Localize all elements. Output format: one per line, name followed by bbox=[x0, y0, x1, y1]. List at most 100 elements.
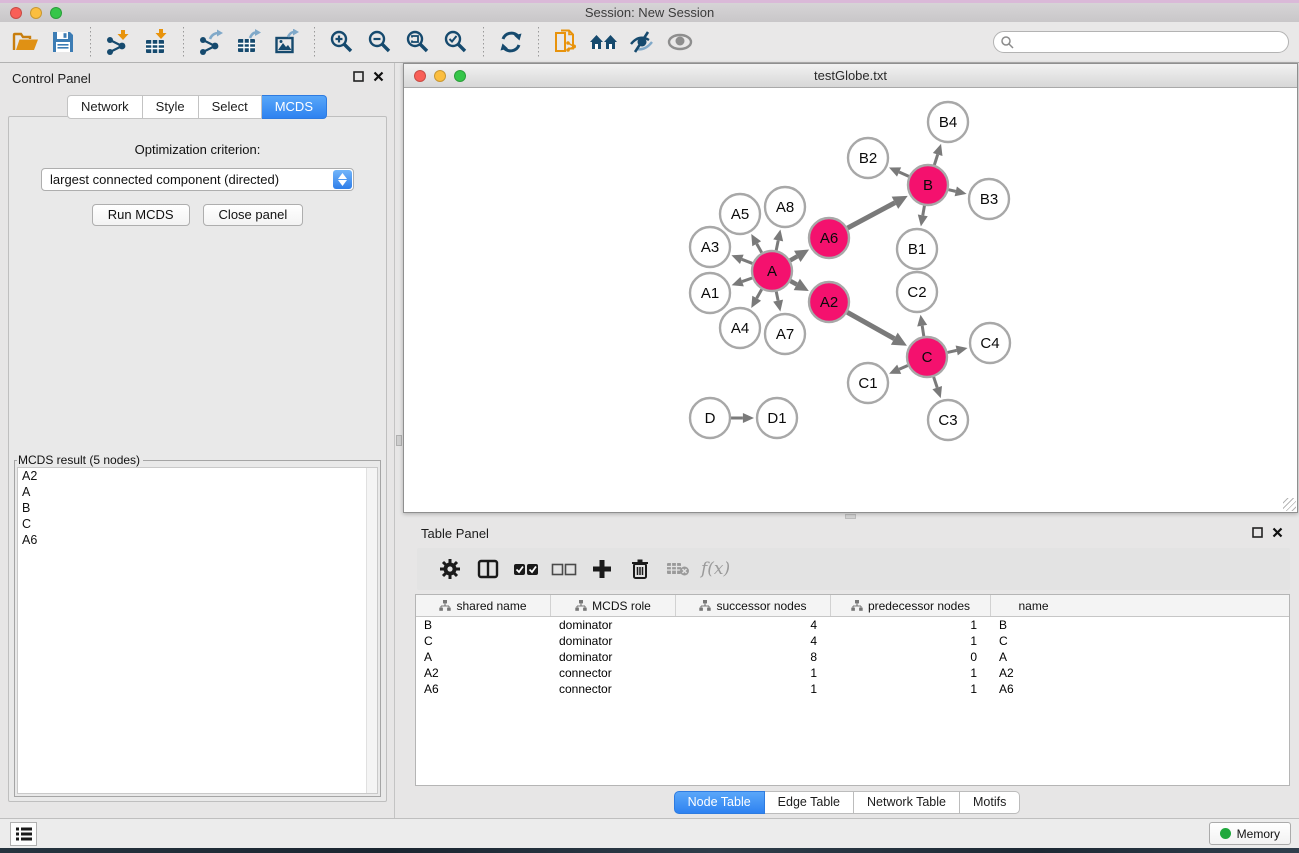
column-header-MCDS-role[interactable]: MCDS role bbox=[551, 595, 676, 616]
zoom-selected-button[interactable] bbox=[437, 26, 475, 58]
export-network-button[interactable] bbox=[192, 26, 230, 58]
zoom-in-button[interactable] bbox=[323, 26, 361, 58]
table-cell[interactable]: dominator bbox=[551, 617, 676, 633]
table-cell[interactable]: connector bbox=[551, 681, 676, 697]
search-field[interactable] bbox=[993, 31, 1289, 53]
table-cell[interactable]: C bbox=[416, 633, 551, 649]
delete-column-button[interactable] bbox=[623, 553, 657, 585]
mcds-result-list[interactable]: A2ABCA6 bbox=[17, 467, 378, 794]
table-row[interactable]: Bdominator41B bbox=[416, 617, 1289, 633]
criterion-dropdown[interactable]: largest connected component (directed) bbox=[41, 168, 354, 191]
table-cell[interactable]: C bbox=[991, 633, 1076, 649]
mcds-result-item[interactable]: A2 bbox=[18, 468, 377, 484]
table-cell[interactable]: 1 bbox=[676, 665, 831, 681]
zoom-fit-button[interactable] bbox=[399, 26, 437, 58]
table-cell[interactable]: A2 bbox=[991, 665, 1076, 681]
tab-network-table[interactable]: Network Table bbox=[854, 791, 960, 814]
edge-B-B4 bbox=[934, 155, 937, 165]
tab-edge-table[interactable]: Edge Table bbox=[765, 791, 854, 814]
column-header-name[interactable]: name bbox=[991, 595, 1076, 616]
export-table-button[interactable] bbox=[230, 26, 268, 58]
show-all-button[interactable] bbox=[661, 26, 699, 58]
add-column-button[interactable] bbox=[585, 553, 619, 585]
open-file-button[interactable] bbox=[6, 26, 44, 58]
import-table-button[interactable] bbox=[137, 26, 175, 58]
mcds-result-item[interactable]: C bbox=[18, 516, 377, 532]
search-input[interactable] bbox=[1014, 35, 1282, 49]
mcds-result-item[interactable]: B bbox=[18, 500, 377, 516]
table-cell[interactable]: 1 bbox=[831, 633, 991, 649]
export-image-button[interactable] bbox=[268, 26, 306, 58]
hide-selected-button[interactable] bbox=[623, 26, 661, 58]
column-header-predecessor-nodes[interactable]: predecessor nodes bbox=[831, 595, 991, 616]
table-cell[interactable]: dominator bbox=[551, 633, 676, 649]
close-window-button[interactable] bbox=[10, 7, 22, 19]
float-panel-icon[interactable] bbox=[353, 71, 364, 82]
memory-button[interactable]: Memory bbox=[1209, 822, 1291, 845]
close-panel-button[interactable]: Close panel bbox=[203, 204, 304, 226]
table-row[interactable]: A6connector11A6 bbox=[416, 681, 1289, 697]
table-cell[interactable]: 1 bbox=[831, 617, 991, 633]
gear-button[interactable] bbox=[433, 553, 467, 585]
vertical-scrollbar-thumb[interactable] bbox=[396, 435, 402, 446]
table-cell[interactable]: A2 bbox=[416, 665, 551, 681]
list-icon bbox=[15, 826, 33, 842]
mcds-result-item[interactable]: A bbox=[18, 484, 377, 500]
memory-label: Memory bbox=[1237, 827, 1280, 841]
function-builder-button[interactable]: f(x) bbox=[701, 559, 730, 579]
select-all-button[interactable] bbox=[509, 553, 543, 585]
result-scrollbar[interactable] bbox=[366, 468, 377, 793]
table-cell[interactable]: A bbox=[416, 649, 551, 665]
task-history-button[interactable] bbox=[10, 822, 37, 846]
table-cell[interactable]: A6 bbox=[416, 681, 551, 697]
mcds-result-item[interactable]: A6 bbox=[18, 532, 377, 548]
table-cell[interactable]: 4 bbox=[676, 633, 831, 649]
horizontal-scrollbar-thumb[interactable] bbox=[845, 514, 856, 519]
tab-motifs[interactable]: Motifs bbox=[960, 791, 1020, 814]
run-mcds-button[interactable]: Run MCDS bbox=[92, 204, 190, 226]
table-cell[interactable]: A6 bbox=[991, 681, 1076, 697]
table-cell[interactable]: 1 bbox=[676, 681, 831, 697]
column-header-shared-name[interactable]: shared name bbox=[416, 595, 551, 616]
column-header-successor-nodes[interactable]: successor nodes bbox=[676, 595, 831, 616]
network-from-file-button[interactable] bbox=[547, 26, 585, 58]
zoom-out-button[interactable] bbox=[361, 26, 399, 58]
columns-button[interactable] bbox=[471, 553, 505, 585]
tab-node-table[interactable]: Node Table bbox=[674, 791, 765, 814]
table-cell[interactable]: 0 bbox=[831, 649, 991, 665]
minimize-window-button[interactable] bbox=[30, 7, 42, 19]
table-cell[interactable]: B bbox=[416, 617, 551, 633]
table-row[interactable]: Cdominator41C bbox=[416, 633, 1289, 649]
network-minimize-button[interactable] bbox=[434, 70, 446, 82]
table-cell[interactable]: 1 bbox=[831, 681, 991, 697]
table-cell[interactable]: connector bbox=[551, 665, 676, 681]
tab-mcds[interactable]: MCDS bbox=[262, 95, 327, 119]
resize-grip[interactable] bbox=[1283, 498, 1296, 511]
toolbar-separator bbox=[183, 27, 184, 57]
import-network-button[interactable] bbox=[99, 26, 137, 58]
first-neighbors-button[interactable] bbox=[585, 26, 623, 58]
table-cell[interactable]: A bbox=[991, 649, 1076, 665]
network-zoom-button[interactable] bbox=[454, 70, 466, 82]
table-cell[interactable]: 1 bbox=[831, 665, 991, 681]
deselect-all-button[interactable] bbox=[547, 553, 581, 585]
close-panel-icon[interactable] bbox=[1272, 527, 1283, 538]
delete-table-button[interactable] bbox=[661, 553, 695, 585]
network-canvas[interactable]: B4B2BB3A8A5A6A3B1AC2A1A2A4A7C4CC1DD1C3 bbox=[404, 88, 1297, 512]
network-close-button[interactable] bbox=[414, 70, 426, 82]
tab-select[interactable]: Select bbox=[199, 95, 262, 119]
tab-style[interactable]: Style bbox=[143, 95, 199, 119]
zoom-window-button[interactable] bbox=[50, 7, 62, 19]
table-row[interactable]: A2connector11A2 bbox=[416, 665, 1289, 681]
close-panel-icon[interactable] bbox=[373, 71, 384, 82]
table-cell[interactable]: B bbox=[991, 617, 1076, 633]
table-cell[interactable]: 8 bbox=[676, 649, 831, 665]
tab-network[interactable]: Network bbox=[67, 95, 143, 119]
float-panel-icon[interactable] bbox=[1252, 527, 1263, 538]
deselect-all-icon bbox=[551, 563, 577, 576]
refresh-button[interactable] bbox=[492, 26, 530, 58]
save-session-button[interactable] bbox=[44, 26, 82, 58]
table-cell[interactable]: dominator bbox=[551, 649, 676, 665]
table-cell[interactable]: 4 bbox=[676, 617, 831, 633]
table-row[interactable]: Adominator80A bbox=[416, 649, 1289, 665]
